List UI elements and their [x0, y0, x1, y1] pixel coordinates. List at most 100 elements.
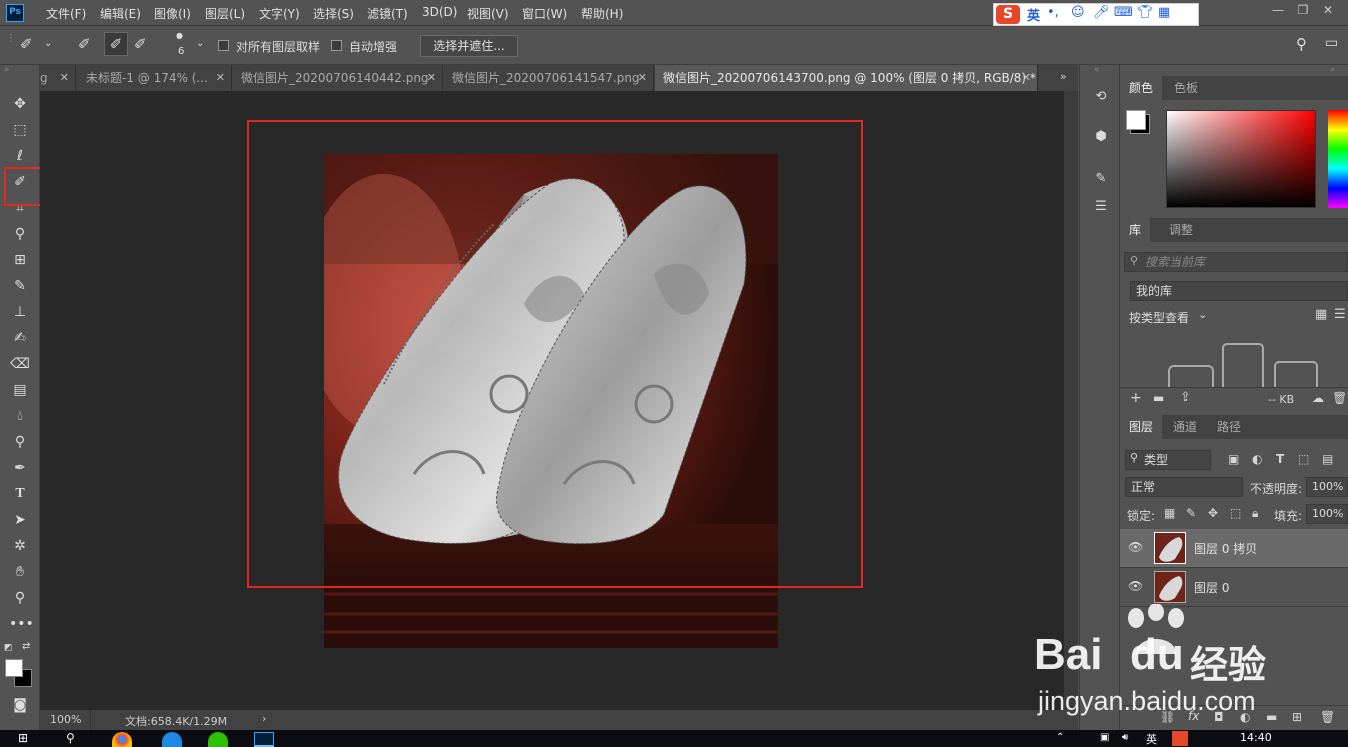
minimize-icon[interactable]: — — [1268, 3, 1288, 21]
view-chevron-icon[interactable]: ⌄ — [1198, 308, 1207, 321]
menu-window[interactable]: 窗口(W) — [522, 5, 567, 22]
restore-icon[interactable]: ❐ — [1293, 3, 1313, 21]
photoshop-taskbar-icon[interactable] — [254, 732, 274, 747]
layer-row-copy[interactable]: 👁︎ 图层 0 拷贝 — [1120, 529, 1348, 568]
blend-mode-dropdown[interactable]: 正常 — [1125, 477, 1243, 497]
tab-swatches[interactable]: 色板 — [1165, 76, 1207, 100]
menu-edit[interactable]: 编辑(E) — [100, 5, 141, 22]
sogou-ime-logo[interactable]: S — [996, 5, 1020, 24]
fill-input[interactable]: 100% — [1306, 504, 1348, 524]
tab-doc-1[interactable]: g ✕ — [40, 65, 76, 91]
filter-adjustment-icon[interactable]: ◐ — [1252, 452, 1262, 466]
quick-selection-preset-icon[interactable]: ✐ — [20, 35, 33, 53]
workspace-icon[interactable]: ▭ — [1325, 35, 1338, 51]
menu-image[interactable]: 图像(I) — [154, 5, 191, 22]
tray-network-icon[interactable]: ▣ — [1100, 732, 1109, 743]
brush-dot-icon[interactable]: ● — [176, 31, 183, 40]
menu-help[interactable]: 帮助(H) — [581, 5, 623, 22]
ime-toolbar[interactable]: S 英 •, ☺ 🎤︎ ⌨ 👕︎ ▦ — [993, 3, 1199, 26]
tab-close-icon[interactable]: ✕ — [216, 65, 225, 91]
tab-color[interactable]: 颜色 — [1120, 76, 1163, 100]
default-colors-icon[interactable]: ◩ — [4, 643, 13, 653]
ime-punctuation[interactable]: •, — [1047, 5, 1059, 20]
tray-sogou-icon[interactable] — [1172, 731, 1188, 746]
menu-filter[interactable]: 滤镜(T) — [367, 5, 408, 22]
lock-image-icon[interactable]: ✎ — [1186, 506, 1196, 520]
windows-start-icon[interactable]: ⊞ — [18, 731, 28, 745]
path-selection-tool-icon[interactable]: ➤ — [9, 510, 31, 530]
chevron-down-icon[interactable]: ⌄ — [44, 38, 52, 49]
close-icon[interactable]: ✕ — [1318, 3, 1338, 21]
sample-all-layers-checkbox[interactable] — [218, 40, 229, 51]
healing-brush-tool-icon[interactable]: ⊞ — [9, 250, 31, 270]
brush-size[interactable]: 6 — [178, 46, 184, 57]
tab-doc-2[interactable]: 未标题-1 @ 174% (... ✕ — [78, 65, 232, 91]
trash-icon[interactable]: 🗑︎ — [1332, 391, 1347, 405]
tab-adjustments[interactable]: 调整 — [1160, 218, 1202, 242]
layer-name[interactable]: 图层 0 拷贝 — [1194, 540, 1257, 557]
filter-pixel-icon[interactable]: ▣ — [1228, 452, 1239, 466]
swap-colors-icon[interactable]: ⇄ — [22, 641, 30, 652]
opacity-input[interactable]: 100% — [1306, 477, 1348, 497]
toolbox-icon[interactable]: ▦ — [1158, 5, 1170, 20]
color-fg-swatch[interactable] — [1126, 110, 1146, 130]
tab-doc-active[interactable]: 微信图片_20200706143700.png @ 100% (图层 0 拷贝,… — [655, 65, 1038, 91]
delete-layer-icon[interactable]: 🗑︎ — [1320, 710, 1335, 724]
dodge-tool-icon[interactable]: ⚲ — [9, 432, 31, 452]
adjustment-layer-icon[interactable]: ◐ — [1240, 710, 1250, 724]
list-view-icon[interactable]: ☰ — [1334, 307, 1346, 322]
foreground-color-swatch[interactable] — [5, 659, 23, 677]
clone-stamp-tool-icon[interactable]: ⊥ — [9, 302, 31, 322]
folder-icon[interactable]: ▬ — [1153, 391, 1164, 405]
marquee-tool-icon[interactable]: ⬚ — [9, 120, 31, 140]
visibility-eye-icon[interactable]: 👁︎ — [1128, 579, 1143, 593]
chrome-icon[interactable] — [112, 732, 132, 747]
menu-view[interactable]: 视图(V) — [467, 5, 509, 22]
3d-icon[interactable]: ⬢ — [1092, 129, 1110, 147]
visibility-eye-icon[interactable]: 👁︎ — [1128, 540, 1143, 554]
tab-overflow-icon[interactable]: » — [1060, 70, 1067, 83]
add-icon[interactable]: + — [1130, 390, 1142, 406]
lock-position-icon[interactable]: ✥ — [1208, 506, 1218, 520]
collapse-icon[interactable]: » — [4, 65, 10, 75]
zoom-tool-icon[interactable]: ⚲ — [9, 588, 31, 608]
tab-channels[interactable]: 通道 — [1164, 415, 1206, 439]
taskbar-search-icon[interactable]: ⚲ — [66, 731, 75, 745]
tray-chevron-icon[interactable]: ⌃ — [1056, 732, 1064, 743]
vertical-scrollbar[interactable] — [1064, 91, 1078, 710]
filter-shape-icon[interactable]: ⬚ — [1298, 452, 1309, 466]
filter-smart-icon[interactable]: ▤ — [1322, 452, 1333, 466]
menu-select[interactable]: 选择(S) — [313, 5, 354, 22]
move-tool-icon[interactable]: ✥ — [9, 94, 31, 114]
gradient-tool-icon[interactable]: ▤ — [9, 380, 31, 400]
quick-mask-icon[interactable]: ◙ — [9, 695, 31, 715]
tab-close-icon[interactable]: ✕ — [638, 65, 647, 91]
wechat-icon[interactable] — [208, 732, 228, 747]
type-tool-icon[interactable]: T — [9, 484, 31, 504]
tab-doc-3[interactable]: 微信图片_20200706140442.png ✕ — [233, 65, 443, 91]
menu-file[interactable]: 文件(F) — [46, 5, 86, 22]
panel-collapse-icon[interactable]: « — [1330, 65, 1336, 75]
link-layers-icon[interactable]: ⛓︎ — [1160, 710, 1175, 724]
view-by-type-label[interactable]: 按类型查看 — [1129, 309, 1189, 326]
strip-collapse-icon[interactable]: « — [1094, 65, 1100, 75]
browser-icon[interactable] — [162, 732, 182, 747]
hue-slider[interactable] — [1328, 110, 1348, 208]
fx-icon[interactable]: fx — [1188, 709, 1199, 723]
menu-type[interactable]: 文字(Y) — [259, 5, 300, 22]
grid-view-icon[interactable]: ▦ — [1315, 307, 1327, 322]
brush-chevron-icon[interactable]: ⌄ — [196, 38, 204, 49]
blur-tool-icon[interactable]: 💧︎ — [9, 406, 31, 426]
tray-clock[interactable]: 14:40 — [1240, 731, 1272, 744]
custom-shape-tool-icon[interactable]: ✲ — [9, 536, 31, 556]
lock-artboard-icon[interactable]: ⬚ — [1230, 506, 1241, 520]
tray-volume-icon[interactable]: 🔊︎ — [1122, 732, 1128, 743]
search-icon[interactable]: ⚲ — [1296, 35, 1307, 53]
sync-icon[interactable]: ☁ — [1312, 391, 1324, 405]
color-picker-field[interactable] — [1166, 110, 1316, 208]
tab-close-icon[interactable]: ✕ — [1022, 65, 1031, 91]
library-search-input[interactable]: 搜索当前库 — [1124, 252, 1348, 272]
eyedropper-tool-icon[interactable]: ⚲ — [9, 224, 31, 244]
zoom-level[interactable]: 100% — [50, 713, 81, 726]
microphone-icon[interactable]: 🎤︎ — [1093, 5, 1110, 20]
